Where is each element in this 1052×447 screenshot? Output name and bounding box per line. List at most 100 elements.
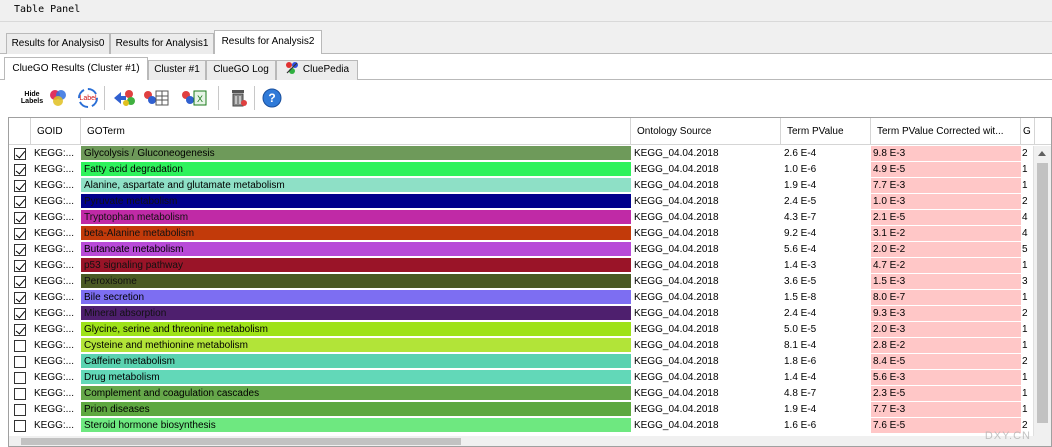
label-icon: Label bbox=[78, 88, 98, 108]
row-checkbox[interactable] bbox=[14, 388, 26, 400]
export-excel-button[interactable]: X bbox=[180, 84, 208, 112]
cell-truncated: 1 bbox=[1022, 388, 1028, 399]
export-table-button[interactable] bbox=[142, 84, 170, 112]
table-row[interactable]: KEGG:... Peroxisome KEGG_04.04.2018 3.6 E-5… bbox=[9, 274, 1051, 290]
row-checkbox[interactable] bbox=[14, 356, 26, 368]
vertical-scrollbar[interactable] bbox=[1033, 146, 1051, 446]
cell-term-pvalue: 9.2 E-4 bbox=[784, 228, 817, 239]
cell-truncated: 2 bbox=[1022, 356, 1028, 367]
cell-goid: KEGG:... bbox=[34, 228, 75, 239]
header-goid[interactable]: GOID bbox=[31, 118, 81, 145]
table-row[interactable]: KEGG:... Cysteine and methionine metaboli… bbox=[9, 338, 1051, 354]
cell-ontology-source: KEGG_04.04.2018 bbox=[634, 276, 719, 287]
cell-goterm: Fatty acid degradation bbox=[81, 162, 631, 177]
send-to-cytoscape-button[interactable] bbox=[110, 84, 138, 112]
cell-goid: KEGG:... bbox=[34, 388, 75, 399]
row-checkbox[interactable] bbox=[14, 196, 26, 208]
horizontal-scroll-thumb[interactable] bbox=[21, 438, 461, 445]
help-button[interactable]: ? bbox=[258, 84, 286, 112]
cell-term-pvalue: 1.9 E-4 bbox=[784, 404, 817, 415]
cell-term-pvalue-corrected: 4.7 E-2 bbox=[871, 258, 1021, 273]
cell-truncated: 1 bbox=[1022, 292, 1028, 303]
table-row[interactable]: KEGG:... Mineral absorption KEGG_04.04.201… bbox=[9, 306, 1051, 322]
cell-ontology-source: KEGG_04.04.2018 bbox=[634, 324, 719, 335]
table-row[interactable]: KEGG:... Tryptophan metabolism KEGG_04.04.… bbox=[9, 210, 1051, 226]
cell-term-pvalue: 1.6 E-6 bbox=[784, 420, 817, 431]
tab-cluego-results[interactable]: ClueGO Results (Cluster #1) bbox=[4, 57, 148, 81]
cell-goterm: Butanoate metabolism bbox=[81, 242, 631, 257]
cell-ontology-source: KEGG_04.04.2018 bbox=[634, 340, 719, 351]
row-checkbox[interactable] bbox=[14, 180, 26, 192]
cell-goterm: Cysteine and methionine metabolism bbox=[81, 338, 631, 353]
cell-truncated: 3 bbox=[1022, 276, 1028, 287]
table-row[interactable]: KEGG:... Bile secretion KEGG_04.04.2018 1.5… bbox=[9, 290, 1051, 306]
table-row[interactable]: KEGG:... Complement and coagulation casca… bbox=[9, 386, 1051, 402]
header-truncated-col[interactable]: G bbox=[1021, 118, 1035, 145]
table-row[interactable]: KEGG:... Glycine, serine and threonine me… bbox=[9, 322, 1051, 338]
cell-term-pvalue-corrected: 4.9 E-5 bbox=[871, 162, 1021, 177]
cell-ontology-source: KEGG_04.04.2018 bbox=[634, 260, 719, 271]
trash-icon bbox=[232, 90, 247, 107]
toolbar-separator bbox=[254, 86, 255, 110]
table-row[interactable]: KEGG:... Alanine, aspartate and glutamate… bbox=[9, 178, 1051, 194]
hide-labels-button[interactable]: Hide Labels bbox=[18, 84, 46, 112]
tab-cluepedia[interactable]: CluePedia bbox=[276, 60, 358, 80]
tab-cluster1[interactable]: Cluster #1 bbox=[148, 60, 206, 80]
table-row[interactable]: KEGG:... Butanoate metabolism KEGG_04.04.2… bbox=[9, 242, 1051, 258]
table-row[interactable]: KEGG:... Caffeine metabolism KEGG_04.04.20… bbox=[9, 354, 1051, 370]
delete-button[interactable] bbox=[224, 84, 252, 112]
color-groups-button[interactable] bbox=[44, 84, 72, 112]
header-checkbox-col[interactable] bbox=[9, 118, 31, 145]
cell-goterm: Steroid hormone biosynthesis bbox=[81, 418, 631, 433]
toolbar-separator bbox=[218, 86, 219, 110]
table-row[interactable]: KEGG:... Glycolysis / Gluconeogenesis KEGG… bbox=[9, 146, 1051, 162]
result-tabs: ClueGO Results (Cluster #1) Cluster #1 C… bbox=[0, 54, 1052, 81]
vertical-scroll-thumb[interactable] bbox=[1037, 163, 1048, 423]
cell-term-pvalue: 8.1 E-4 bbox=[784, 340, 817, 351]
row-checkbox[interactable] bbox=[14, 292, 26, 304]
tab-analysis2[interactable]: Results for Analysis2 bbox=[214, 30, 322, 55]
row-checkbox[interactable] bbox=[14, 404, 26, 416]
cell-term-pvalue: 1.0 E-6 bbox=[784, 164, 817, 175]
cell-ontology-source: KEGG_04.04.2018 bbox=[634, 148, 719, 159]
export-table-icon bbox=[144, 90, 169, 106]
tab-analysis0[interactable]: Results for Analysis0 bbox=[6, 33, 110, 54]
row-checkbox[interactable] bbox=[14, 276, 26, 288]
row-checkbox[interactable] bbox=[14, 164, 26, 176]
table-row[interactable]: KEGG:... Fatty acid degradation KEGG_04.04… bbox=[9, 162, 1051, 178]
cell-term-pvalue-corrected: 5.6 E-3 bbox=[871, 370, 1021, 385]
cell-truncated: 2 bbox=[1022, 308, 1028, 319]
label-toggle-button[interactable]: Label bbox=[74, 84, 102, 112]
tab-cluego-log[interactable]: ClueGO Log bbox=[206, 60, 276, 80]
color-groups-icon bbox=[50, 90, 66, 106]
cell-term-pvalue: 2.4 E-4 bbox=[784, 308, 817, 319]
row-checkbox[interactable] bbox=[14, 372, 26, 384]
table-row[interactable]: KEGG:... beta-Alanine metabolism KEGG_04.0… bbox=[9, 226, 1051, 242]
cell-goid: KEGG:... bbox=[34, 196, 75, 207]
row-checkbox[interactable] bbox=[14, 228, 26, 240]
scroll-up-arrow-icon[interactable] bbox=[1038, 151, 1046, 156]
header-term-pvalue[interactable]: Term PValue bbox=[781, 118, 871, 145]
export-excel-icon: X bbox=[182, 90, 207, 106]
row-checkbox[interactable] bbox=[14, 212, 26, 224]
table-row[interactable]: KEGG:... p53 signaling pathway KEGG_04.04.… bbox=[9, 258, 1051, 274]
row-checkbox[interactable] bbox=[14, 324, 26, 336]
header-goterm[interactable]: GOTerm bbox=[81, 118, 631, 145]
table-row[interactable]: KEGG:... Drug metabolism KEGG_04.04.2018 1.… bbox=[9, 370, 1051, 386]
horizontal-scrollbar[interactable] bbox=[9, 436, 1035, 446]
row-checkbox[interactable] bbox=[14, 340, 26, 352]
row-checkbox[interactable] bbox=[14, 420, 26, 432]
cell-term-pvalue: 4.8 E-7 bbox=[784, 388, 817, 399]
tab-analysis1[interactable]: Results for Analysis1 bbox=[110, 33, 214, 54]
svg-text:?: ? bbox=[268, 91, 275, 105]
header-term-pvalue-corrected[interactable]: Term PValue Corrected wit... bbox=[871, 118, 1021, 145]
table-row[interactable]: KEGG:... Prion diseases KEGG_04.04.2018 1.9… bbox=[9, 402, 1051, 418]
row-checkbox[interactable] bbox=[14, 308, 26, 320]
row-checkbox[interactable] bbox=[14, 260, 26, 272]
table-row[interactable]: KEGG:... Steroid hormone biosynthesis KEGG… bbox=[9, 418, 1051, 434]
table-row[interactable]: KEGG:... Pyruvate metabolism KEGG_04.04.20… bbox=[9, 194, 1051, 210]
row-checkbox[interactable] bbox=[14, 148, 26, 160]
help-icon: ? bbox=[262, 88, 282, 108]
header-ontology-source[interactable]: Ontology Source bbox=[631, 118, 781, 145]
row-checkbox[interactable] bbox=[14, 244, 26, 256]
